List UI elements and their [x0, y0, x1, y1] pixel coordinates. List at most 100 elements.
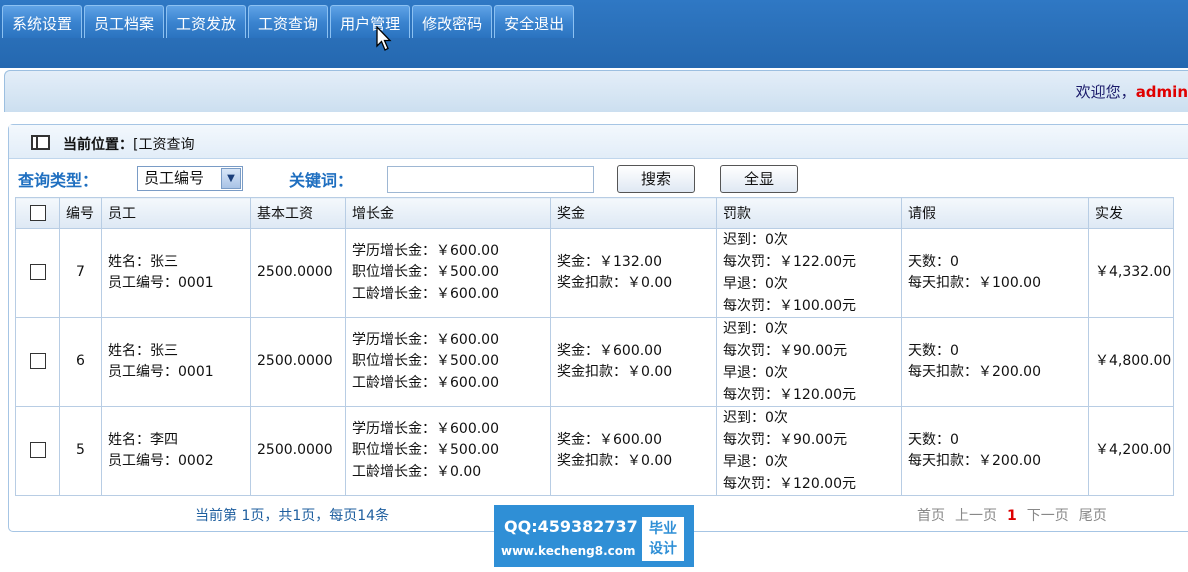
growth-seniority: 工龄增长金：￥600.00	[352, 285, 499, 302]
col-header-leave: 请假	[901, 197, 1089, 229]
bonus-amount: 奖金：￥132.00	[557, 253, 662, 270]
show-all-button[interactable]: 全显	[720, 165, 798, 193]
fine-early-count: 早退：0次	[723, 276, 788, 292]
query-type-label: 查询类型：	[18, 171, 99, 190]
col-header-net-pay: 实发	[1088, 197, 1174, 229]
cell-base-salary: 2500.0000	[250, 317, 346, 407]
chevron-down-icon[interactable]: ▼	[221, 168, 241, 189]
col-header-fine: 罚款	[716, 197, 902, 229]
watermark-banner: QQ:459382737 www.kecheng8.com 毕业 设计	[494, 505, 694, 567]
tab-user-management[interactable]: 用户管理	[330, 5, 411, 38]
table-header-row: 编号 员工 基本工资 增长金 奖金 罚款 请假 实发	[15, 197, 1174, 229]
bonus-amount: 奖金：￥600.00	[557, 342, 662, 359]
row-checkbox[interactable]	[29, 442, 46, 459]
cell-bonus: 奖金：￥600.00 奖金扣款：￥0.00	[550, 317, 717, 407]
fine-early-count: 早退：0次	[723, 454, 788, 470]
growth-education: 学历增长金：￥600.00	[352, 420, 499, 437]
fine-late-penalty: 每次罚：￥90.00元	[723, 343, 848, 359]
bonus-amount: 奖金：￥600.00	[557, 431, 662, 448]
watermark-badge: 毕业 设计	[642, 517, 684, 561]
pagination: 首页 上一页 1 下一页 尾页	[917, 505, 1107, 525]
select-all-checkbox[interactable]	[29, 205, 46, 221]
cell-leave: 天数：0 每天扣款：￥200.00	[901, 406, 1089, 496]
breadcrumb: 当前位置：[工资查询	[63, 134, 194, 154]
cell-fine: 迟到：0次每次罚：￥90.00元 早退：0次每次罚：￥120.00元	[716, 317, 902, 407]
cell-employee: 姓名：张三员工编号：0001	[101, 317, 251, 407]
breadcrumb-value: [工资查询	[133, 137, 195, 153]
select-all-cell	[15, 197, 60, 229]
pagination-summary: 当前第 1页，共1页，每页14条	[195, 508, 390, 524]
cell-net-pay: ￥4,332.00	[1088, 228, 1174, 318]
breadcrumb-label: 当前位置：	[63, 137, 133, 153]
cell-bonus: 奖金：￥600.00 奖金扣款：￥0.00	[550, 406, 717, 496]
row-checkbox[interactable]	[29, 353, 46, 370]
search-button[interactable]: 搜索	[617, 165, 695, 193]
leave-daily-deduction: 每天扣款：￥200.00	[908, 453, 1041, 469]
growth-education: 学历增长金：￥600.00	[352, 331, 499, 348]
cell-fine: 迟到：0次 每次罚：￥90.00元 早退：0次 每次罚：￥120.00元	[716, 406, 902, 496]
growth-seniority: 工龄增长金：￥0.00	[352, 463, 482, 480]
growth-position: 职位增长金：￥500.00	[352, 442, 499, 459]
col-header-id: 编号	[59, 197, 102, 229]
table-row: 7 姓名：张三 员工编号：0001 2500.0000 学历增长金：￥600.00…	[15, 228, 1174, 318]
current-page: 1	[1007, 508, 1017, 524]
nav-tabs: 系统设置 员工档案 工资发放 工资查询 用户管理 修改密码 安全退出	[2, 5, 575, 38]
col-header-employee: 员工	[101, 197, 251, 229]
fine-late-count: 迟到：0次	[723, 410, 788, 426]
tab-change-password[interactable]: 修改密码	[412, 5, 493, 38]
tab-system-settings[interactable]: 系统设置	[2, 5, 83, 38]
welcome-username: admin	[1135, 83, 1188, 101]
fine-early-penalty: 每次罚：￥120.00元	[723, 476, 856, 492]
panel-header: 当前位置：[工资查询	[9, 125, 1188, 159]
table-row: 5 姓名：李四 员工编号：0002 2500.0000 学历增长金：￥600.00…	[15, 406, 1174, 496]
watermark-badge-line1: 毕业	[649, 521, 677, 537]
tab-salary-payment[interactable]: 工资发放	[166, 5, 247, 38]
leave-daily-deduction: 每天扣款：￥100.00	[908, 275, 1041, 291]
tab-employee-records[interactable]: 员工档案	[84, 5, 165, 38]
growth-position: 职位增长金：￥500.00	[352, 264, 499, 281]
keyword-input[interactable]	[387, 166, 594, 193]
row-checkbox[interactable]	[29, 264, 46, 281]
cell-id: 7	[59, 228, 102, 318]
cell-growth: 学历增长金：￥600.00 职位增长金：￥500.00 工龄增长金：￥0.00	[345, 406, 551, 496]
welcome-text: 欢迎您，admin	[1076, 81, 1188, 102]
prev-page-link[interactable]: 上一页	[955, 508, 997, 524]
fine-late-count: 迟到：0次	[723, 321, 788, 337]
tab-salary-query[interactable]: 工资查询	[248, 5, 329, 38]
cell-employee: 姓名：李四员工编号：0002	[101, 406, 251, 496]
next-page-link[interactable]: 下一页	[1027, 508, 1069, 524]
query-type-selected: 员工编号	[144, 169, 205, 187]
location-icon	[31, 135, 50, 150]
cell-bonus: 奖金：￥132.00 奖金扣款：￥0.00	[550, 228, 717, 318]
fine-late-count: 迟到：0次	[723, 232, 788, 248]
bonus-deduction: 奖金扣款：￥0.00	[557, 364, 673, 380]
cell-growth: 学历增长金：￥600.00 职位增长金：￥500.00 工龄增长金：￥600.00	[345, 228, 551, 318]
salary-table: 编号 员工 基本工资 增长金 奖金 罚款 请假 实发 7 姓名：张三 员工编号：0…	[15, 197, 1174, 496]
employee-name: 姓名：李四	[108, 431, 178, 448]
cell-growth: 学历增长金：￥600.00 职位增长金：￥500.00 工龄增长金：￥600.00	[345, 317, 551, 407]
employee-number: 员工编号：0002	[108, 453, 214, 469]
growth-seniority: 工龄增长金：￥600.00	[352, 374, 499, 391]
last-page-link[interactable]: 尾页	[1079, 508, 1107, 524]
welcome-bar: 欢迎您，admin	[4, 70, 1188, 112]
top-nav-bar: 系统设置 员工档案 工资发放 工资查询 用户管理 修改密码 安全退出	[0, 0, 1188, 68]
first-page-link[interactable]: 首页	[917, 508, 945, 524]
cell-net-pay: ￥4,200.00	[1088, 406, 1174, 496]
welcome-prefix: 欢迎您，	[1075, 83, 1136, 101]
watermark-url: www.kecheng8.com	[501, 544, 636, 558]
leave-daily-deduction: 每天扣款：￥200.00	[908, 364, 1041, 380]
query-type-select[interactable]: 员工编号 ▼	[137, 166, 243, 191]
row-select-cell	[15, 406, 60, 496]
cell-id: 6	[59, 317, 102, 407]
cell-leave: 天数：0 每天扣款：￥100.00	[901, 228, 1089, 318]
bonus-deduction: 奖金扣款：￥0.00	[557, 453, 673, 469]
fine-early-count: 早退：0次	[723, 365, 788, 381]
col-header-base-salary: 基本工资	[250, 197, 346, 229]
col-header-bonus: 奖金	[550, 197, 717, 229]
cell-base-salary: 2500.0000	[250, 406, 346, 496]
employee-name: 姓名：张三	[108, 342, 178, 359]
fine-early-penalty: 每次罚：￥120.00元	[723, 387, 856, 403]
salary-query-panel: 当前位置：[工资查询 查询类型： 员工编号 ▼ 关键词： 搜索 全显 编号 员工…	[8, 124, 1188, 532]
tab-logout[interactable]: 安全退出	[494, 5, 575, 38]
employee-number: 员工编号：0001	[108, 364, 214, 380]
